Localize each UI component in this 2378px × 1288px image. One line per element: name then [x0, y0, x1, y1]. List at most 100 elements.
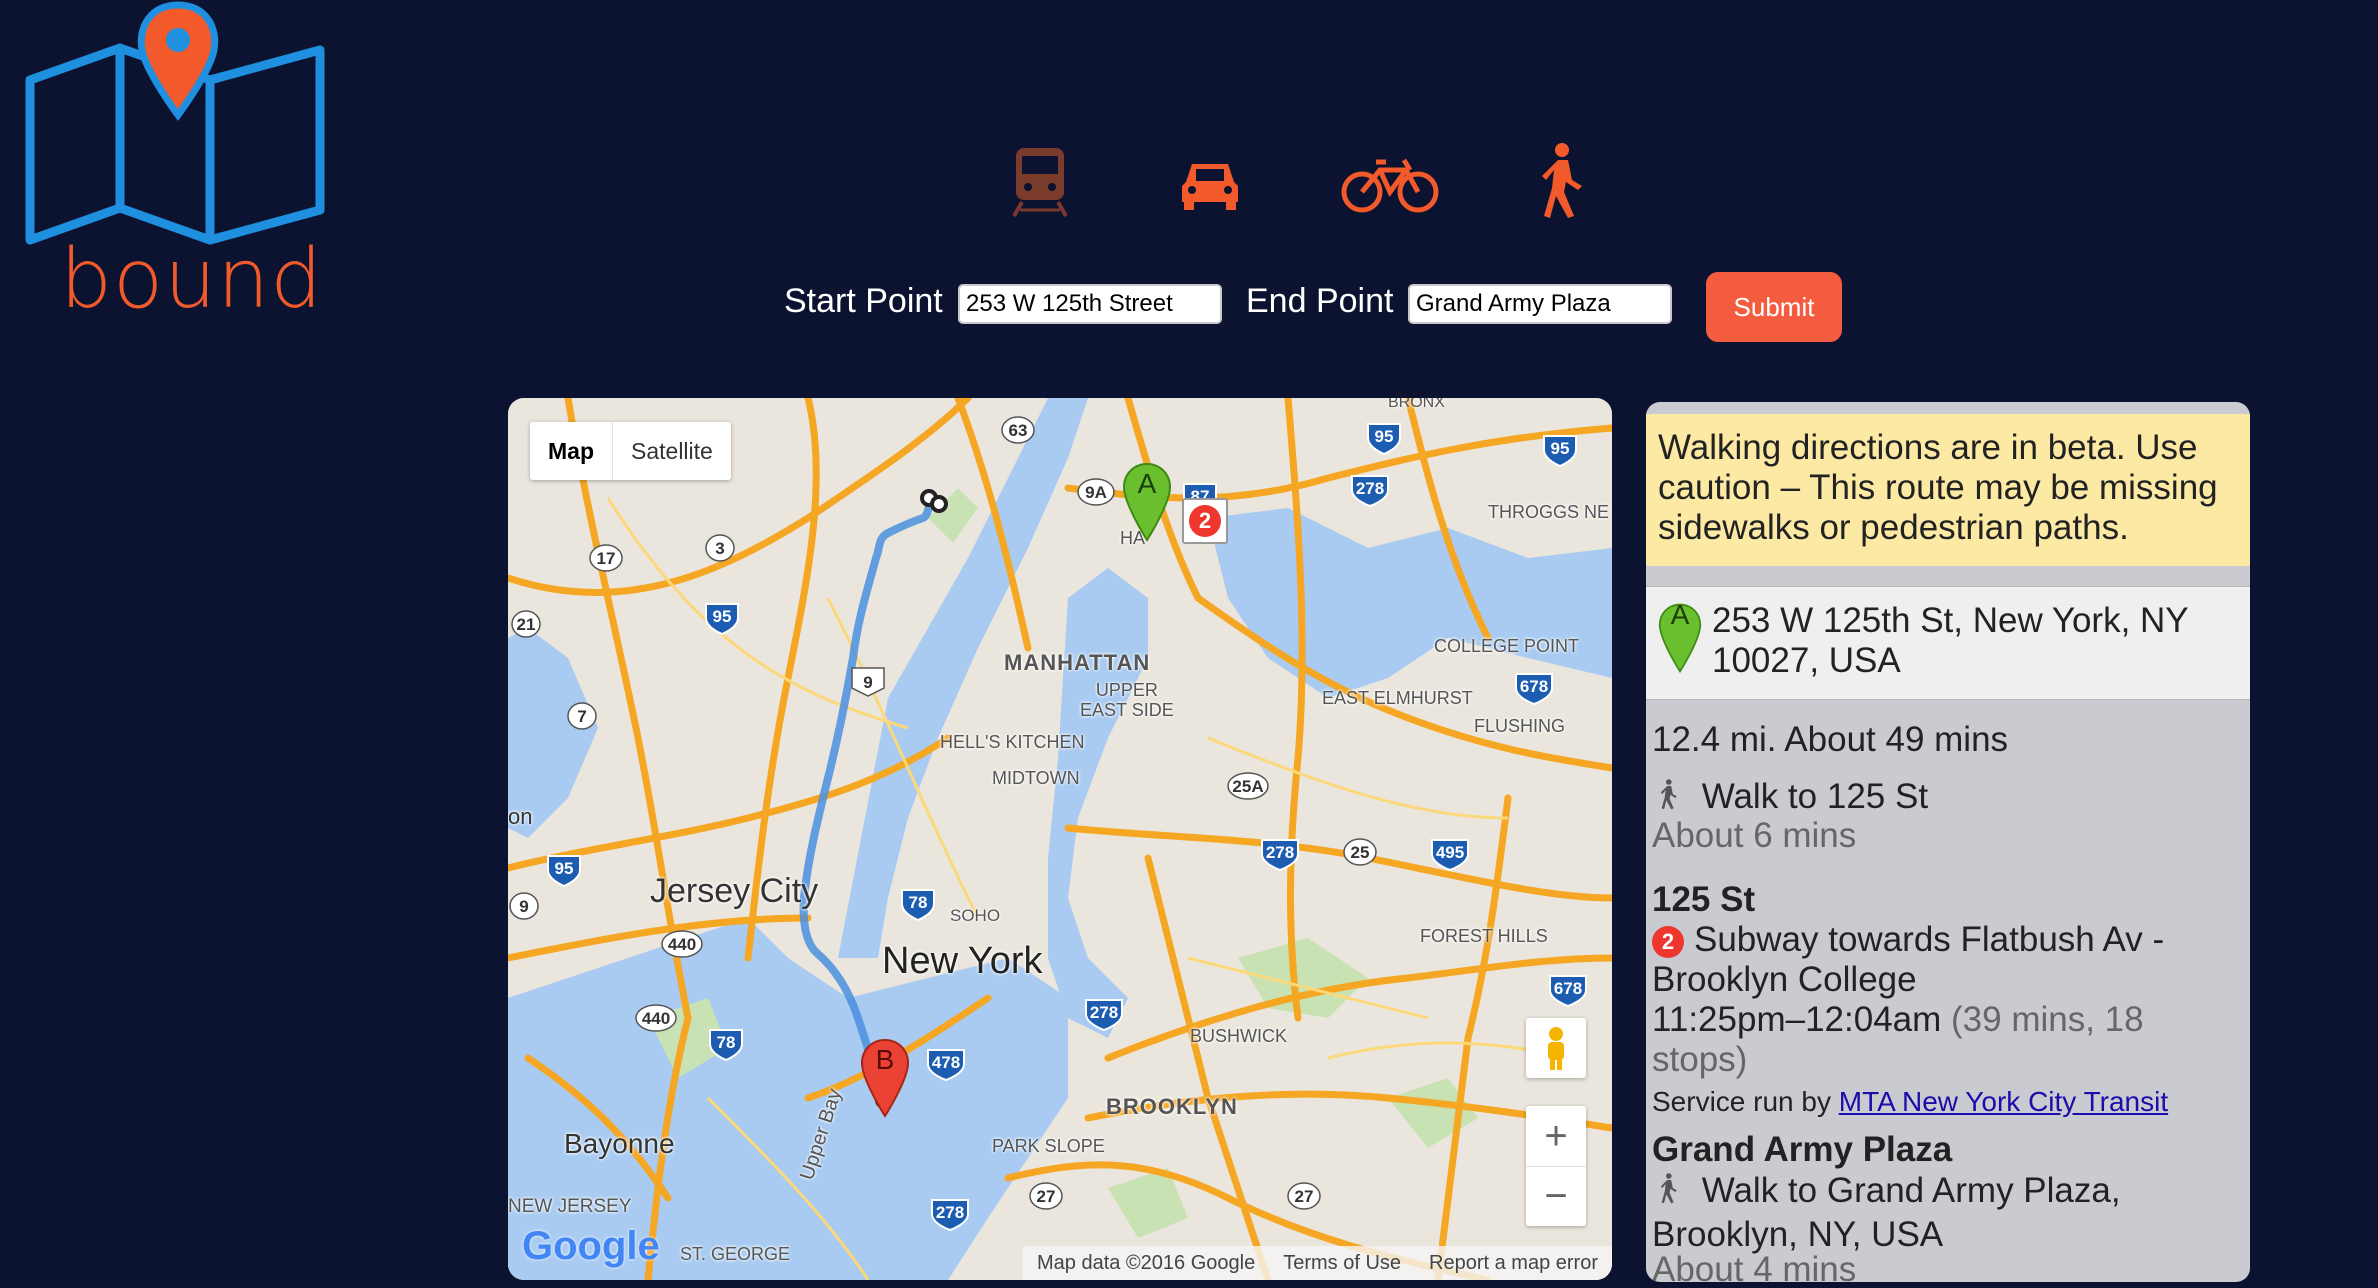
walking-icon: [1542, 143, 1582, 218]
svg-text:17: 17: [597, 549, 616, 568]
logo-text: bound: [60, 232, 324, 327]
svg-text:678: 678: [1554, 979, 1582, 998]
zoom-out-button[interactable]: −: [1526, 1167, 1586, 1226]
svg-text:95: 95: [1375, 427, 1394, 446]
label-midtown: MIDTOWN: [992, 768, 1080, 788]
map-data-attribution: Map data ©2016 Google: [1036, 1252, 1256, 1274]
bound-logo[interactable]: bound: [20, 0, 330, 330]
map-type-satellite-button[interactable]: Satellite: [613, 422, 731, 480]
walking-beta-warning: Walking directions are in beta. Use caut…: [1646, 414, 2250, 566]
start-address: 253 W 125th St, New York, NY 10027, USA: [1712, 601, 2189, 680]
subway-time-range: 11:25pm–12:04am: [1652, 1000, 1942, 1039]
label-st-george: ST. GEORGE: [680, 1244, 791, 1264]
svg-text:78: 78: [909, 893, 928, 912]
svg-text:278: 278: [936, 1203, 964, 1222]
svg-text:27: 27: [1295, 1187, 1314, 1206]
label-throggs-neck: THROGGS NE: [1488, 502, 1610, 522]
street-view-button[interactable]: [1526, 1018, 1586, 1078]
step-walk-1-time: About 6 mins: [1652, 816, 1857, 855]
label-brooklyn: BROOKLYN: [1106, 1094, 1238, 1119]
walking-step-icon: [1652, 776, 1692, 821]
mode-driving[interactable]: [1170, 140, 1270, 230]
svg-text:440: 440: [642, 1009, 670, 1028]
svg-text:25: 25: [1351, 843, 1370, 862]
map-footer: Map data ©2016 Google Terms of Use Repor…: [1022, 1246, 1612, 1280]
submit-button[interactable]: Submit: [1706, 272, 1842, 342]
location-pin-icon: [137, 1, 219, 121]
label-bushwick: BUSHWICK: [1190, 1026, 1288, 1046]
subway-step-text: Subway towards Flatbush Av - Brooklyn Co…: [1652, 920, 2165, 999]
mta-link[interactable]: MTA New York City Transit: [1839, 1086, 2168, 1117]
end-point-label: End Point: [1246, 282, 1394, 320]
label-flushing: FLUSHING: [1474, 716, 1566, 736]
label-jersey-city: Jersey City: [650, 872, 819, 910]
svg-text:95: 95: [713, 607, 732, 626]
page: bound Start Point 253 W 125th Street End…: [0, 0, 2378, 1288]
map-type-map-button[interactable]: Map: [530, 422, 613, 480]
label-soho: SOHO: [950, 906, 1001, 925]
step-walk-2-text: Walk to Grand Army Plaza, Brooklyn, NY, …: [1652, 1170, 2121, 1254]
label-college-point: COLLEGE POINT: [1434, 636, 1580, 656]
mode-walking[interactable]: [1520, 140, 1620, 230]
svg-text:21: 21: [517, 615, 536, 634]
svg-text:27: 27: [1037, 1187, 1056, 1206]
zoom-control: + −: [1526, 1106, 1586, 1226]
svg-text:9: 9: [519, 897, 528, 916]
mode-transit[interactable]: [1000, 140, 1100, 230]
step-walk-1-text: Walk to 125 St: [1701, 776, 1929, 816]
label-bronx: BRONX: [1388, 398, 1445, 411]
start-marker: A: [1658, 593, 1702, 683]
svg-text:478: 478: [932, 1053, 960, 1072]
terms-of-use-link[interactable]: Terms of Use: [1269, 1246, 1415, 1280]
service-line: Service run by MTA New York City Transit: [1652, 1082, 2168, 1122]
step-walk-2[interactable]: Walk to Grand Army Plaza, Brooklyn, NY, …: [1652, 1170, 2232, 1255]
svg-text:440: 440: [668, 935, 696, 954]
start-point-input[interactable]: [958, 284, 1222, 324]
end-point-input[interactable]: [1408, 284, 1672, 324]
svg-text:278: 278: [1356, 479, 1384, 498]
marker-a[interactable]: A: [1122, 462, 1172, 542]
start-point-label: Start Point: [784, 282, 943, 320]
label-hells-kitchen: HELL'S KITCHEN: [940, 732, 1085, 752]
train-icon: [1012, 148, 1068, 217]
label-upper-east-side: UPPER EAST SIDE: [1080, 680, 1174, 720]
label-on: on: [508, 804, 533, 829]
route-summary: 12.4 mi. About 49 mins: [1652, 720, 2009, 759]
marker-b[interactable]: B: [860, 1038, 910, 1118]
label-forest-hills: FOREST HILLS: [1420, 926, 1548, 946]
google-logo[interactable]: Google: [522, 1224, 660, 1269]
subway-line-2-badge: 2: [1652, 925, 1684, 958]
svg-text:95: 95: [1551, 439, 1570, 458]
svg-text:9: 9: [863, 673, 872, 692]
map-type-control: Map Satellite: [530, 422, 731, 480]
label-east-elmhurst: EAST ELMHURST: [1322, 688, 1473, 708]
map-view[interactable]: 63 95 95 87 278 9A 17 3 95 21 9 7 678 25…: [508, 398, 1612, 1280]
label-manhattan: MANHATTAN: [1004, 650, 1151, 675]
svg-text:3: 3: [715, 539, 724, 558]
step-subway[interactable]: 2 Subway towards Flatbush Av - Brooklyn C…: [1652, 920, 2232, 1000]
svg-text:278: 278: [1090, 1003, 1118, 1022]
subway-times: 11:25pm–12:04am (39 mins, 18 stops): [1652, 1000, 2232, 1080]
step-walk-2-time: About 4 mins: [1652, 1250, 1857, 1282]
car-icon: [1182, 164, 1238, 210]
service-prefix: Service run by: [1652, 1086, 1831, 1117]
svg-text:7: 7: [577, 707, 586, 726]
bicycle-icon: [1341, 158, 1439, 213]
stop-125-st: 125 St: [1652, 880, 1756, 919]
svg-text:95: 95: [555, 859, 574, 878]
pegman-icon: [1548, 1027, 1564, 1070]
label-new-jersey: NEW JERSEY: [508, 1196, 632, 1217]
step-walk-1[interactable]: Walk to 125 St: [1652, 776, 1928, 821]
report-map-error-link[interactable]: Report a map error: [1415, 1246, 1612, 1280]
map-subway-badge: 2: [1182, 498, 1228, 544]
walking-step-icon: [1652, 1170, 1692, 1215]
label-new-york: New York: [882, 940, 1043, 982]
zoom-in-button[interactable]: +: [1526, 1106, 1586, 1167]
mode-bicycling[interactable]: [1340, 140, 1450, 230]
svg-text:278: 278: [1266, 843, 1294, 862]
stop-grand-army-plaza: Grand Army Plaza: [1652, 1130, 1953, 1169]
directions-panel[interactable]: Walking directions are in beta. Use caut…: [1646, 402, 2250, 1282]
svg-text:495: 495: [1436, 843, 1464, 862]
folded-map-icon: [25, 1, 325, 245]
svg-text:678: 678: [1520, 677, 1548, 696]
